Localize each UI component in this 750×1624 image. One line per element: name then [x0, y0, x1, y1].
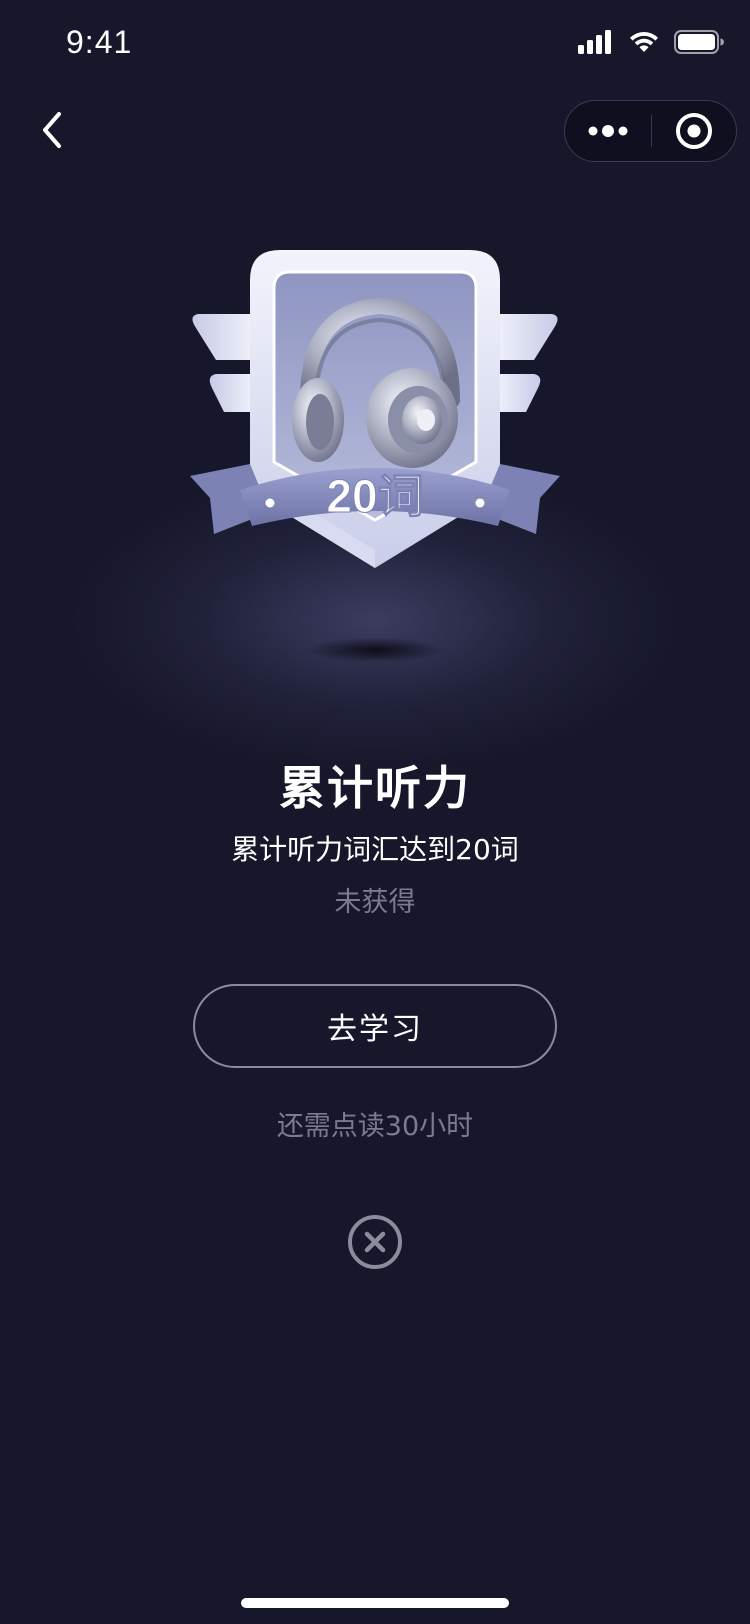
more-button[interactable]	[565, 101, 651, 161]
status-time: 9:41	[66, 24, 133, 60]
chevron-left-icon	[43, 112, 61, 148]
badge-shadow	[310, 638, 440, 662]
wing-left-bottom	[209, 374, 252, 412]
badge-description: 累计听力词汇达到20词	[231, 833, 519, 866]
badge-image: 20词	[190, 250, 560, 568]
wing-right-bottom	[498, 374, 541, 412]
wing-right-top	[498, 314, 558, 360]
wing-left-top	[192, 314, 252, 360]
badge-detail-screen: 9:41 20词 累计听力 累计听力词汇达到20词 未获得 去学习 还需点读30…	[0, 0, 750, 1624]
go-study-button[interactable]: 去学习	[193, 984, 557, 1068]
remaining-hint: 还需点读30小时	[276, 1111, 474, 1142]
close-circle-icon	[348, 1215, 402, 1269]
badge-title: 累计听力	[279, 761, 471, 815]
exit-button[interactable]	[652, 101, 736, 161]
miniprogram-capsule	[564, 100, 737, 162]
more-dots-icon	[588, 125, 628, 137]
status-bar: 9:41	[0, 0, 750, 88]
battery-icon	[674, 30, 724, 54]
badge-label: 20词	[326, 470, 423, 522]
wifi-icon	[630, 32, 658, 52]
close-button[interactable]	[347, 1214, 403, 1270]
signal-icon	[578, 30, 611, 54]
badge-status: 未获得	[334, 887, 416, 918]
target-icon	[676, 113, 712, 149]
back-button[interactable]	[22, 100, 82, 160]
status-icons	[578, 30, 724, 54]
home-indicator	[241, 1598, 509, 1608]
